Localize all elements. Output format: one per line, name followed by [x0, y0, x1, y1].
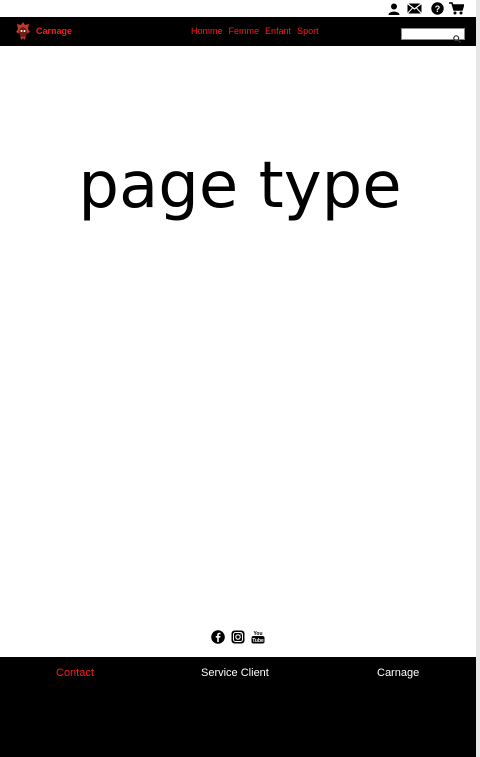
footer-link-contact[interactable]: Contact [56, 667, 94, 680]
nav-item-enfant[interactable]: Enfant [265, 25, 291, 37]
svg-text:Tube: Tube [252, 638, 264, 644]
footer-link-carnage[interactable]: Carnage [377, 667, 419, 680]
nav-menu: Homme Femme Enfant Sport [191, 25, 325, 37]
footer: Contact Service Client Carnage [0, 657, 476, 757]
brand-logo-icon[interactable] [16, 22, 30, 41]
main-navbar: Carnage Homme Femme Enfant Sport [0, 17, 476, 46]
page-title: page type [78, 149, 402, 223]
youtube-icon[interactable]: You Tube [251, 630, 265, 644]
nav-item-femme[interactable]: Femme [229, 25, 260, 37]
user-icon[interactable] [386, 1, 402, 16]
utility-bar: ? [0, 0, 476, 17]
help-icon[interactable]: ? [429, 1, 445, 16]
search-box [401, 28, 465, 44]
footer-link-service-client[interactable]: Service Client [201, 667, 269, 680]
nav-item-homme[interactable]: Homme [191, 25, 223, 37]
instagram-icon[interactable] [231, 630, 245, 644]
search-icon[interactable] [453, 30, 462, 44]
nav-item-sport[interactable]: Sport [297, 25, 319, 37]
svg-text:?: ? [434, 4, 440, 14]
page-scrollbar[interactable] [476, 0, 480, 757]
search-input[interactable] [404, 29, 450, 39]
cart-icon[interactable] [448, 1, 464, 16]
mail-icon[interactable] [406, 1, 422, 16]
brand-name[interactable]: Carnage [36, 25, 72, 37]
facebook-icon[interactable] [211, 630, 225, 644]
